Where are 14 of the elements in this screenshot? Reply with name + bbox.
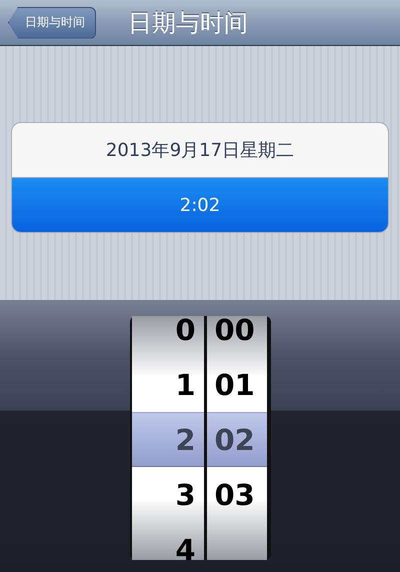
picker-value[interactable]: 1 — [132, 357, 204, 412]
picker-value[interactable]: 2 — [132, 412, 204, 467]
settings-row[interactable]: 2013年9月17日星期二 — [12, 123, 388, 177]
picker-value[interactable]: 02 — [206, 412, 266, 467]
page-title: 日期与时间 — [128, 8, 248, 38]
picker-value[interactable]: 00 — [206, 316, 266, 357]
picker-value[interactable]: 3 — [132, 467, 204, 522]
time-picker[interactable]: 0 1 2 3 4 00 01 02 03 — [130, 316, 270, 560]
picker-value[interactable]: 01 — [206, 357, 266, 412]
picker-value[interactable]: 0 — [132, 316, 204, 357]
settings-row[interactable]: 2:02 — [12, 177, 388, 232]
picker-value[interactable]: 4 — [132, 522, 204, 560]
picker-value[interactable]: 03 — [206, 467, 266, 522]
back-button[interactable]: 日期与时间 — [8, 6, 96, 38]
